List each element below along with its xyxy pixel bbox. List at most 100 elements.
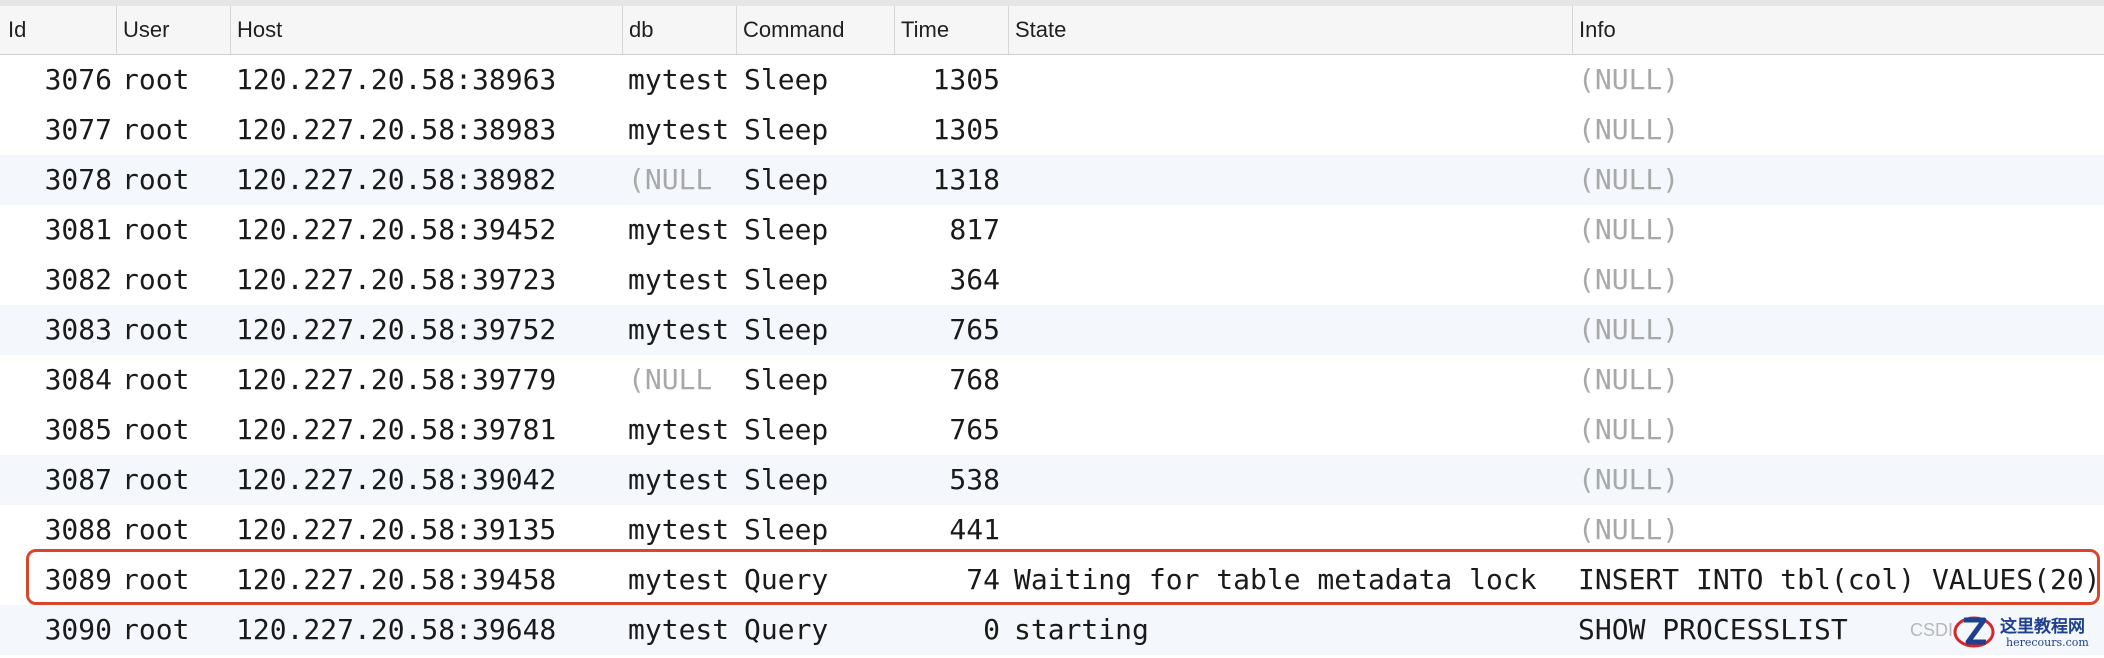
- cell-info: (NULL): [1578, 263, 1680, 296]
- cell-db: mytest: [628, 63, 730, 96]
- cell-id: 3077: [44, 113, 112, 146]
- table-row[interactable]: 3082 root 120.227.20.58:39723 mytest Sleep 36…: [0, 255, 2104, 305]
- table-row[interactable]: 3083 root 120.227.20.58:39752 mytest Sleep 76…: [0, 305, 2104, 355]
- column-header-state[interactable]: State: [1008, 6, 1572, 54]
- table-row-highlighted[interactable]: 3089 root 120.227.20.58:39458 mytest Query 74…: [0, 555, 2104, 605]
- column-header-time[interactable]: Time: [894, 6, 1008, 54]
- column-header-info[interactable]: Info: [1572, 6, 2104, 54]
- column-header-command[interactable]: Command: [736, 6, 894, 54]
- cell-state: [1014, 355, 1574, 405]
- cell-state: [1014, 55, 1574, 105]
- cell-state: [1014, 305, 1574, 355]
- cell-id: 3082: [44, 263, 112, 296]
- table-row[interactable]: 3084 root 120.227.20.58:39779 (NULL Sleep 768…: [0, 355, 2104, 405]
- cell-info: (NULL): [1578, 163, 1680, 196]
- cell-command: Query: [744, 563, 829, 596]
- cell-command: Sleep: [744, 513, 829, 546]
- cell-info: (NULL): [1578, 63, 1680, 96]
- cell-id: 3078: [44, 163, 112, 196]
- column-header-id[interactable]: Id: [0, 6, 116, 54]
- cell-state: [1014, 255, 1574, 305]
- table-row[interactable]: 3076 root 120.227.20.58:38963 mytest Sleep 13…: [0, 55, 2104, 105]
- table-row[interactable]: 3078 root 120.227.20.58:38982 (NULL Sleep 131…: [0, 155, 2104, 205]
- processlist-grid: Id User Host db Command Time State Info 3076 roo…: [0, 0, 2104, 658]
- cell-info: (NULL): [1578, 363, 1680, 396]
- cell-command: Sleep: [744, 63, 829, 96]
- cell-id: 3076: [44, 63, 112, 96]
- cell-host: 120.227.20.58:39135: [236, 513, 557, 546]
- cell-state: [1014, 455, 1574, 505]
- cell-db: mytest: [628, 463, 730, 496]
- cell-id: 3085: [44, 413, 112, 446]
- cell-host: 120.227.20.58:39752: [236, 313, 557, 346]
- cell-id: 3089: [44, 563, 112, 596]
- cell-id: 3088: [44, 513, 112, 546]
- cell-time: 0: [983, 613, 1000, 646]
- cell-info: (NULL): [1578, 413, 1680, 446]
- cell-id: 3081: [44, 213, 112, 246]
- cell-id: 3087: [44, 463, 112, 496]
- cell-user: root: [122, 513, 190, 546]
- cell-command: Sleep: [744, 313, 829, 346]
- grid-header: Id User Host db Command Time State Info: [0, 6, 2104, 55]
- cell-time: 538: [949, 463, 1000, 496]
- cell-db: mytest: [628, 113, 730, 146]
- z-logo-icon: [1953, 616, 1995, 648]
- cell-state: [1014, 405, 1574, 455]
- cell-db: mytest: [628, 313, 730, 346]
- watermark-brand: 这里教程网: [2000, 617, 2085, 637]
- cell-host: 120.227.20.58:38982: [236, 163, 557, 196]
- cell-host: 120.227.20.58:39723: [236, 263, 557, 296]
- cell-info: INSERT INTO tbl(col) VALUES(20): [1578, 563, 2101, 596]
- cell-state: Waiting for table metadata lock: [1014, 563, 1537, 596]
- column-header-db[interactable]: db: [622, 6, 736, 54]
- cell-info: (NULL): [1578, 213, 1680, 246]
- cell-command: Sleep: [744, 113, 829, 146]
- cell-user: root: [122, 213, 190, 246]
- cell-user: root: [122, 163, 190, 196]
- cell-db: (NULL: [628, 163, 713, 196]
- table-row[interactable]: 3085 root 120.227.20.58:39781 mytest Sleep 76…: [0, 405, 2104, 455]
- cell-user: root: [122, 263, 190, 296]
- cell-host: 120.227.20.58:39458: [236, 563, 557, 596]
- cell-user: root: [122, 363, 190, 396]
- cell-id: 3083: [44, 313, 112, 346]
- cell-time: 364: [949, 263, 1000, 296]
- cell-user: root: [122, 563, 190, 596]
- cell-state: starting: [1014, 613, 1149, 646]
- table-row[interactable]: 3077 root 120.227.20.58:38983 mytest Sleep 13…: [0, 105, 2104, 155]
- cell-command: Sleep: [744, 163, 829, 196]
- cell-state: [1014, 205, 1574, 255]
- cell-time: 817: [949, 213, 1000, 246]
- cell-host: 120.227.20.58:39452: [236, 213, 557, 246]
- cell-time: 1305: [932, 113, 1000, 146]
- cell-db: mytest: [628, 213, 730, 246]
- cell-db: mytest: [628, 613, 730, 646]
- cell-state: [1014, 505, 1574, 555]
- cell-db: mytest: [628, 413, 730, 446]
- watermark-csdn-text: CSDI: [1910, 620, 1954, 640]
- table-row[interactable]: 3081 root 120.227.20.58:39452 mytest Sleep 81…: [0, 205, 2104, 255]
- cell-command: Sleep: [744, 413, 829, 446]
- cell-time: 765: [949, 313, 1000, 346]
- cell-time: 1318: [932, 163, 1000, 196]
- table-row[interactable]: 3090 root 120.227.20.58:39648 mytest Query 0 s…: [0, 605, 2104, 655]
- cell-id: 3090: [44, 613, 112, 646]
- column-header-host[interactable]: Host: [230, 6, 622, 54]
- cell-info: (NULL): [1578, 113, 1680, 146]
- cell-host: 120.227.20.58:38983: [236, 113, 557, 146]
- cell-db: mytest: [628, 263, 730, 296]
- table-row[interactable]: 3088 root 120.227.20.58:39135 mytest Sleep 44…: [0, 505, 2104, 555]
- cell-state: [1014, 155, 1574, 205]
- cell-db: (NULL: [628, 363, 713, 396]
- cell-time: 441: [949, 513, 1000, 546]
- cell-user: root: [122, 113, 190, 146]
- cell-id: 3084: [44, 363, 112, 396]
- cell-host: 120.227.20.58:38963: [236, 63, 557, 96]
- cell-info: (NULL): [1578, 463, 1680, 496]
- table-row[interactable]: 3087 root 120.227.20.58:39042 mytest Sleep 53…: [0, 455, 2104, 505]
- column-header-user[interactable]: User: [116, 6, 230, 54]
- cell-command: Sleep: [744, 213, 829, 246]
- cell-host: 120.227.20.58:39648: [236, 613, 557, 646]
- cell-info: (NULL): [1578, 513, 1680, 546]
